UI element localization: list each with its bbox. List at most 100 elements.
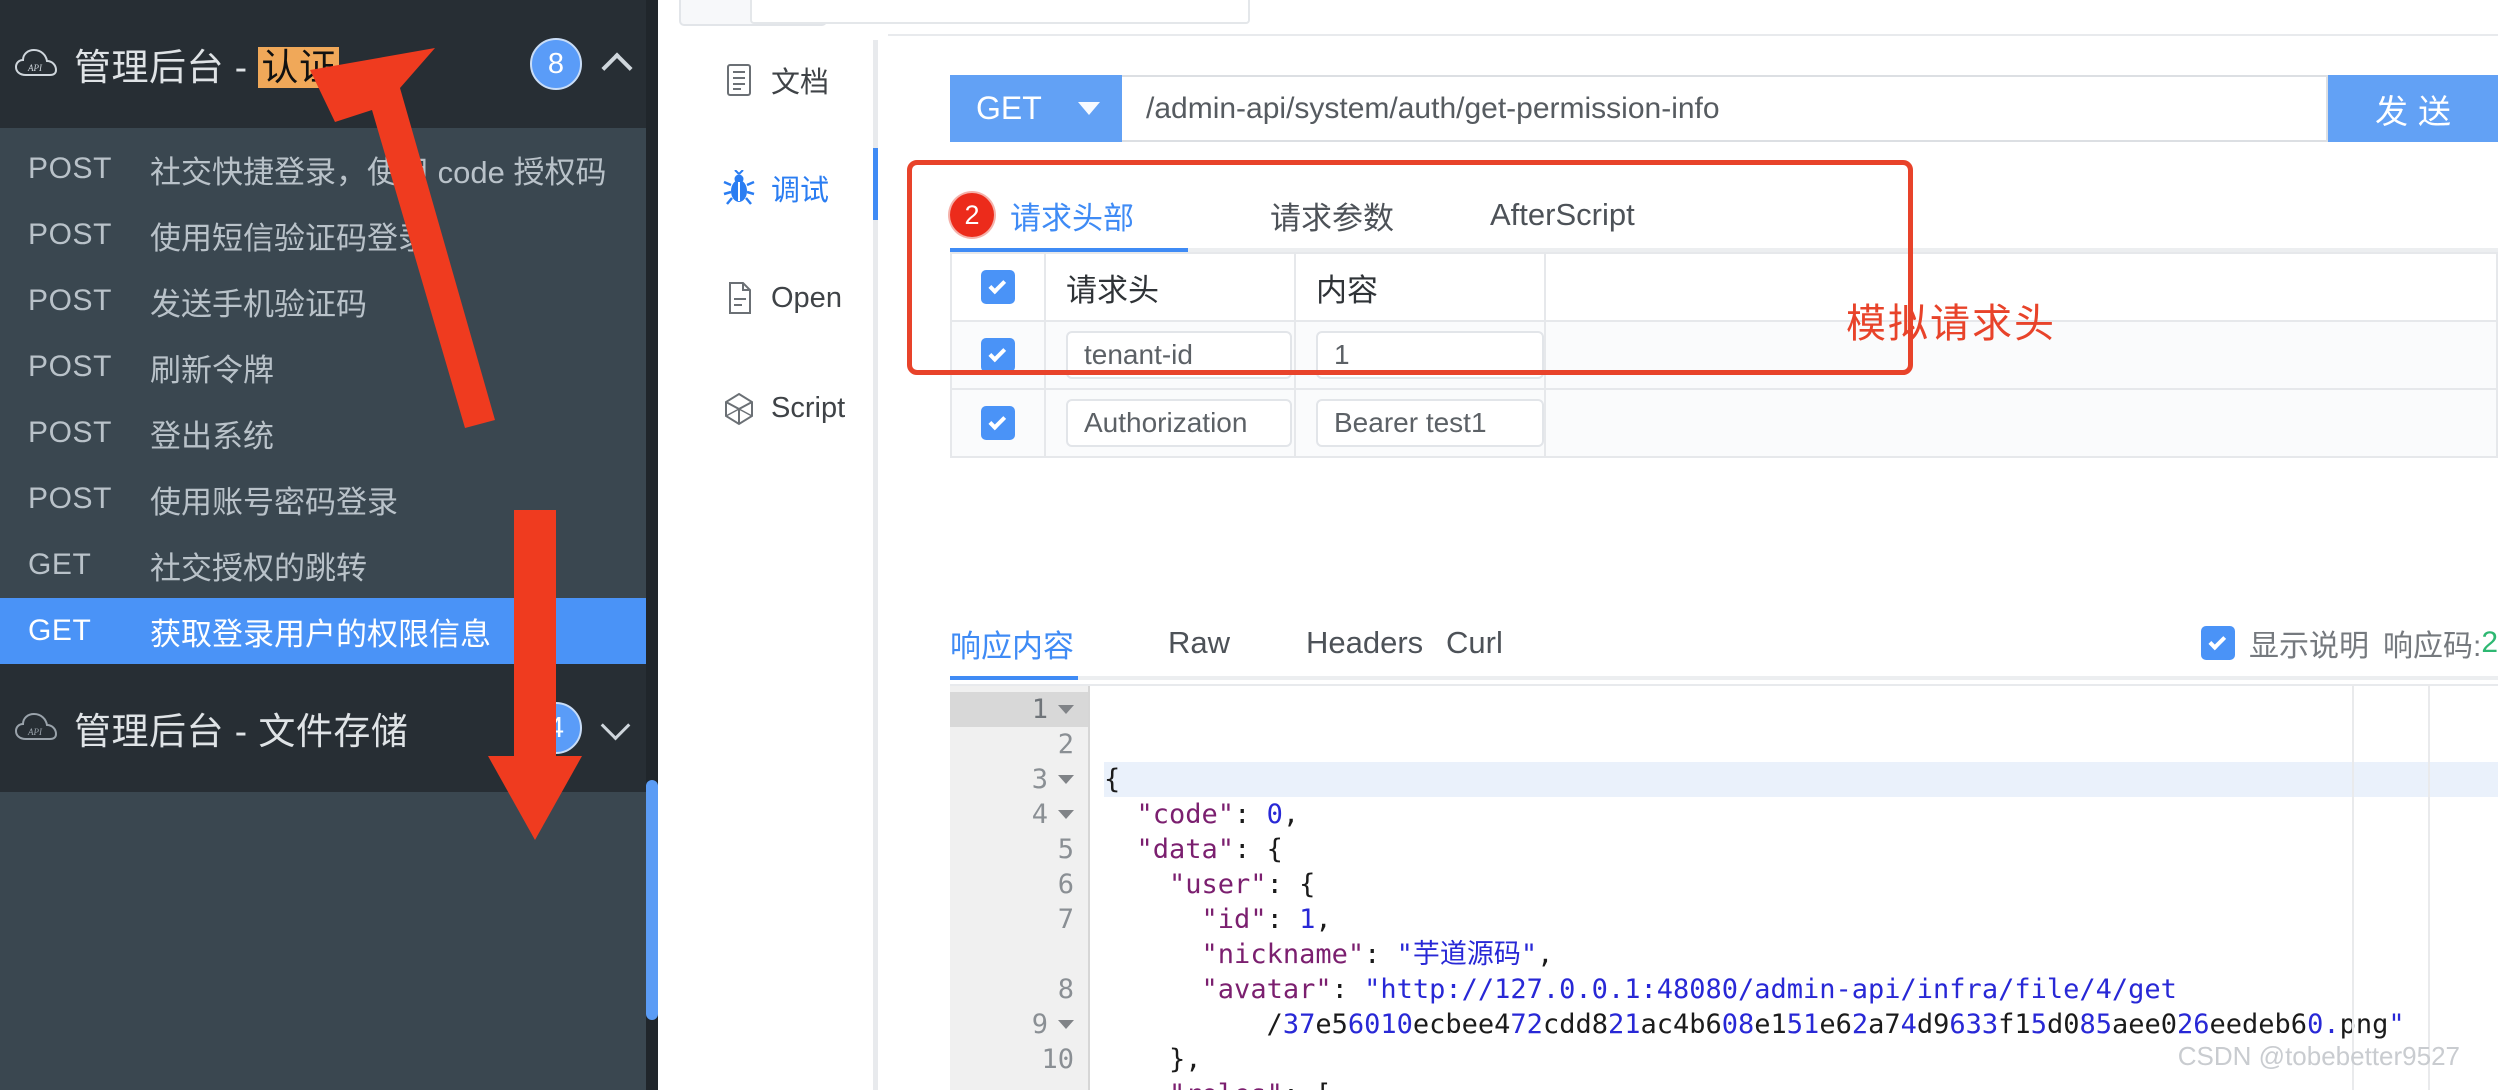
header-value-input[interactable]: 1 [1316, 331, 1544, 379]
tab-response-curl[interactable]: Curl [1446, 625, 1503, 661]
tab-response-headers[interactable]: Headers [1306, 625, 1446, 661]
sidebar-scrollbar-track[interactable] [646, 0, 658, 1090]
tab-label: Headers [1306, 625, 1424, 660]
sidebar-item-label: 登出系统 [150, 418, 274, 454]
row-value-cell: Bearer test1 [1296, 390, 1546, 458]
code-line: "roles": [ [1104, 1079, 1332, 1090]
header-key-input[interactable]: Authorization [1066, 399, 1292, 447]
fold-icon [1058, 705, 1074, 714]
svg-text:API: API [27, 63, 43, 73]
line-number[interactable]: 9 [950, 1007, 1088, 1042]
nav-item-debug[interactable]: 调试 [658, 158, 888, 218]
row-checkbox-cell[interactable] [952, 322, 1046, 390]
chevron-up-icon[interactable] [604, 51, 630, 77]
request-url-input[interactable]: /admin-api/system/auth/get-permission-in… [1122, 75, 2328, 142]
tab-response-body[interactable]: 响应内容 [950, 621, 1168, 666]
sidebar-item-logout[interactable]: POST 登出系统 [0, 400, 658, 466]
line-number[interactable]: 4 [950, 797, 1088, 832]
sidebar-item-get-permission-info[interactable]: GET 获取登录用户的权限信息 [0, 598, 658, 664]
row-key-cell: Authorization [1046, 390, 1296, 458]
line-number[interactable]: 1 [950, 692, 1088, 727]
header-value-input[interactable]: Bearer test1 [1316, 399, 1544, 447]
cloud-api-icon: API [14, 48, 58, 76]
sidebar-group-file-storage[interactable]: API 管理后台 - 文件存储 4 [0, 664, 658, 792]
editor-gutter: 1 2 3 4 5 6 7 8 9 10 [950, 686, 1090, 1090]
row-checkbox-cell[interactable] [952, 390, 1046, 458]
method-label: POST [28, 218, 113, 251]
line-number: 10 [1041, 1044, 1074, 1075]
sidebar-api-list: POST 社交快捷登录，使用 code 授权码 POST 使用短信验证码登录 P… [0, 128, 658, 664]
sidebar-item-sms-login[interactable]: POST 使用短信验证码登录 [0, 202, 658, 268]
http-method-value: GET [976, 90, 1042, 126]
fold-icon [1058, 1020, 1074, 1029]
code-line: "avatar": "http://127.0.0.1:48080/admin-… [1201, 974, 2177, 1005]
editor-code-area[interactable]: { "code": 0, "data": { "user": { "id": 1… [1090, 686, 2498, 1090]
method-label: POST [28, 482, 113, 515]
sidebar-item-refresh-token[interactable]: POST 刷新令牌 [0, 334, 658, 400]
main-tab-placeholder[interactable] [750, 0, 1250, 24]
editor-guide-line [2352, 684, 2354, 1090]
nav-item-open[interactable]: Open [658, 268, 888, 328]
row-filler-cell [1546, 390, 2498, 458]
sidebar-item-social-quick-login[interactable]: POST 社交快捷登录，使用 code 授权码 [0, 136, 658, 202]
nav-item-label: Open [771, 281, 842, 314]
nav-item-label: 文档 [771, 67, 830, 99]
sidebar-item-label: 获取登录用户的权限信息 [150, 616, 491, 652]
code-line: "user": { [1169, 869, 1316, 900]
line-number[interactable]: 3 [950, 762, 1088, 797]
sidebar-item-label: 社交快捷登录，使用 code 授权码 [150, 154, 607, 190]
status-code-label: 响应码: [2382, 630, 2482, 663]
sidebar-item-label: 刷新令牌 [150, 352, 274, 388]
line-number: 2 [1057, 729, 1074, 760]
nav-item-doc[interactable]: 文档 [658, 50, 888, 110]
tab-request-headers[interactable]: 2 请求头部 [950, 193, 1270, 238]
method-label: GET [28, 614, 92, 647]
row-checkbox[interactable] [981, 338, 1015, 372]
header-select-all-cell[interactable] [952, 254, 1046, 322]
sidebar-item-send-sms-code[interactable]: POST 发送手机验证码 [0, 268, 658, 334]
code-line: "code": 0, [1136, 799, 1300, 830]
http-method-select[interactable]: GET [950, 75, 1122, 142]
response-tabs: 响应内容 Raw Headers Curl 显示说明 响应码: 2 [950, 614, 2498, 672]
table-header-row: 请求头 内容 [952, 254, 2498, 322]
header-key-input[interactable]: tenant-id [1066, 331, 1292, 379]
nav-item-label: Script [771, 391, 846, 424]
sidebar-group-auth[interactable]: API 管理后台 - 认证 8 [0, 0, 658, 128]
line-number: 8 [1057, 974, 1074, 1005]
sidebar-group-file-storage-title: 管理后台 - 文件存储 [74, 711, 409, 752]
tab-request-params[interactable]: 请求参数 [1270, 193, 1490, 238]
select-all-checkbox[interactable] [981, 270, 1015, 304]
column-header-key: 请求头 [1046, 254, 1296, 322]
code-line: }, [1104, 1044, 1202, 1075]
sidebar-item-social-redirect[interactable]: GET 社交授权的跳转 [0, 532, 658, 598]
tab-label: AfterScript [1490, 197, 1635, 232]
row-checkbox[interactable] [981, 406, 1015, 440]
line-number: 7 [1057, 904, 1074, 935]
code-line: /37e56010ecbee472cdd821ac4b608e151e62a74… [1104, 1009, 2405, 1040]
status-code-value: 2 [2481, 626, 2498, 659]
fold-icon [1058, 810, 1074, 819]
send-button[interactable]: 发送 [2328, 75, 2498, 142]
sidebar-group-auth-highlight: 认证 [258, 47, 340, 88]
sidebar-item-label: 使用短信验证码登录 [150, 220, 429, 256]
tab-after-script[interactable]: AfterScript [1490, 197, 1635, 233]
method-label: POST [28, 416, 113, 449]
method-label: POST [28, 350, 113, 383]
tab-response-raw[interactable]: Raw [1168, 625, 1306, 661]
sidebar-group-file-storage-badge: 4 [530, 702, 582, 754]
request-headers-count-badge: 2 [950, 193, 994, 237]
sidebar-group-auth-badge: 8 [530, 38, 582, 90]
sidebar-item-label: 社交授权的跳转 [150, 550, 367, 586]
nav-item-script[interactable]: Script [658, 378, 888, 438]
tab-label: 请求参数 [1270, 200, 1394, 236]
sidebar-scrollbar-thumb[interactable] [646, 780, 658, 1020]
app-root: API 管理后台 - 认证 8 POST 社交快捷登录，使用 code 授权码 … [0, 0, 2498, 1090]
chevron-down-icon[interactable] [604, 715, 630, 741]
sidebar-group-auth-title: 管理后台 - 认证 [74, 37, 340, 91]
sidebar-item-password-login[interactable]: POST 使用账号密码登录 [0, 466, 658, 532]
annotation-label: 模拟请求头 [1846, 302, 2056, 346]
response-code-editor[interactable]: 1 2 3 4 5 6 7 8 9 10 { "code": 0, "data"… [950, 684, 2498, 1090]
show-description-checkbox[interactable] [2200, 626, 2235, 660]
cloud-api-icon: API [14, 712, 58, 740]
watermark: CSDN @tobebetter9527 [2177, 1041, 2460, 1071]
